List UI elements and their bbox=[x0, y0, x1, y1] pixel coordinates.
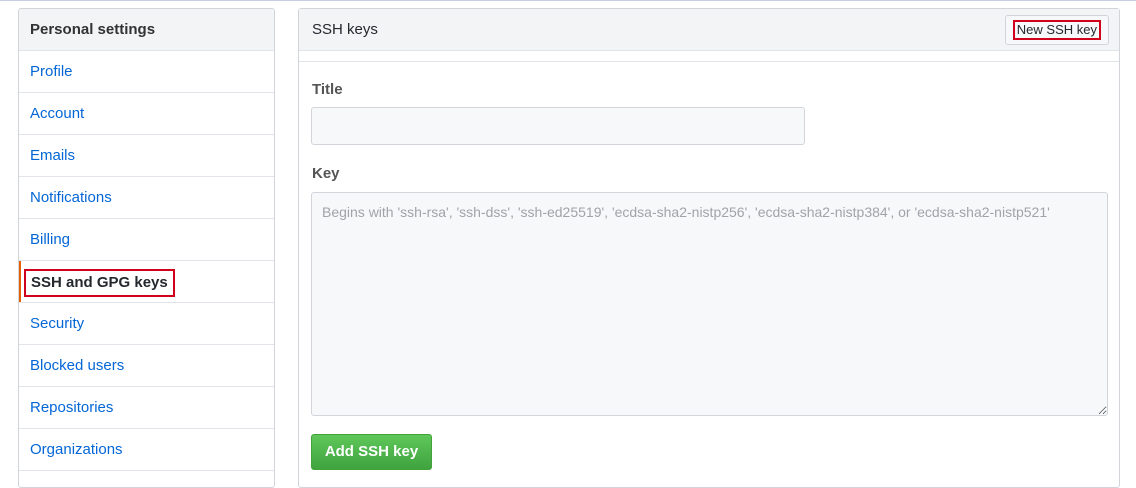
sidebar-item-ssh-gpg-keys[interactable]: SSH and GPG keys bbox=[19, 261, 274, 303]
title-label: Title bbox=[312, 81, 343, 98]
sidebar-item-label: Security bbox=[30, 315, 85, 332]
sidebar-item-label: Emails bbox=[30, 147, 76, 164]
sidebar-item-profile[interactable]: Profile bbox=[19, 51, 274, 93]
sidebar-item-label: Account bbox=[30, 105, 85, 122]
sidebar-item-billing[interactable]: Billing bbox=[19, 219, 274, 261]
sidebar-item-label: Organizations bbox=[30, 441, 123, 458]
ssh-keys-panel: SSH keys New SSH key Title Key Add SSH k… bbox=[298, 8, 1120, 488]
new-ssh-key-button[interactable]: New SSH key bbox=[1004, 15, 1109, 45]
sidebar-item-label: SSH and GPG keys bbox=[24, 269, 175, 297]
sidebar-item-label: Repositories bbox=[30, 399, 114, 416]
sidebar-item-blocked-users[interactable]: Blocked users bbox=[19, 345, 274, 387]
new-ssh-key-label: New SSH key bbox=[1012, 20, 1101, 40]
sidebar-item-label: Profile bbox=[30, 63, 73, 80]
sidebar-item-label: Blocked users bbox=[30, 357, 125, 374]
sidebar-header: Personal settings bbox=[19, 9, 274, 51]
key-textarea[interactable] bbox=[311, 192, 1108, 416]
sidebar-item-account[interactable]: Account bbox=[19, 93, 274, 135]
sidebar-item-repositories[interactable]: Repositories bbox=[19, 387, 274, 429]
sidebar-item-security[interactable]: Security bbox=[19, 303, 274, 345]
panel-header: SSH keys New SSH key bbox=[299, 9, 1119, 51]
header-divider bbox=[299, 51, 1119, 62]
sidebar-item-organizations[interactable]: Organizations bbox=[19, 429, 274, 471]
sidebar-item-emails[interactable]: Emails bbox=[19, 135, 274, 177]
key-label: Key bbox=[312, 165, 340, 182]
add-ssh-key-button[interactable]: Add SSH key bbox=[311, 434, 432, 470]
page-title: SSH keys bbox=[312, 21, 378, 38]
sidebar-item-label: Notifications bbox=[30, 189, 112, 206]
settings-sidebar: Personal settings Profile Account Emails… bbox=[18, 8, 275, 488]
top-border bbox=[0, 0, 1136, 1]
sidebar-item-label: Billing bbox=[30, 231, 71, 248]
title-input[interactable] bbox=[311, 107, 805, 145]
sidebar-item-notifications[interactable]: Notifications bbox=[19, 177, 274, 219]
